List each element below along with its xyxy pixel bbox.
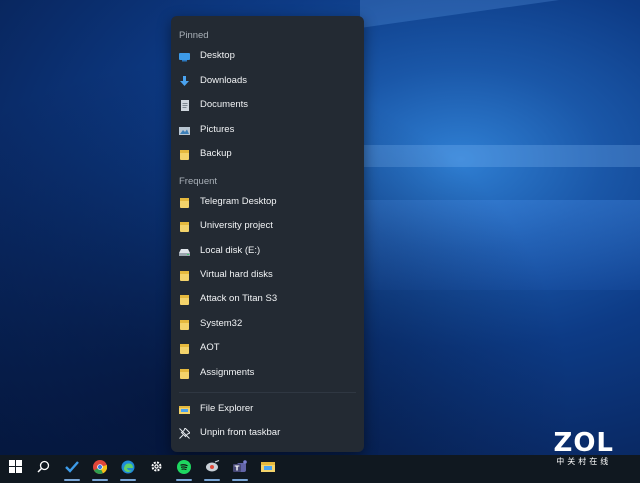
spotify-icon xyxy=(177,459,191,479)
jump-list-item-label: Local disk (E:) xyxy=(200,245,261,256)
folder-icon xyxy=(179,270,190,281)
jump-list-item-label: Downloads xyxy=(200,75,247,86)
jump-list-divider xyxy=(179,392,356,393)
watermark-logo: ZOL xyxy=(553,428,614,458)
file-explorer-icon xyxy=(179,404,190,415)
taskbar-edge[interactable] xyxy=(115,455,141,483)
jump-list-item-label: Attack on Titan S3 xyxy=(200,293,278,304)
search-icon xyxy=(36,460,50,478)
frequent-item-attack-on-titan-s3[interactable]: Attack on Titan S3 xyxy=(171,289,364,311)
start-icon xyxy=(8,460,22,478)
taskbar-sniffer[interactable] xyxy=(199,455,225,483)
folder-icon xyxy=(179,319,190,330)
jump-list-item-label: System32 xyxy=(200,318,243,329)
taskbar-spotify[interactable] xyxy=(171,455,197,483)
pinned-header: Pinned xyxy=(179,30,209,41)
taskbar: T xyxy=(0,455,640,483)
frequent-item-assignments[interactable]: Assignments xyxy=(171,363,364,385)
running-indicator xyxy=(64,479,80,481)
pinned-item-backup[interactable]: Backup xyxy=(171,144,364,166)
jump-list-item-label: Documents xyxy=(200,99,249,110)
zol-watermark: ZOL 中关村在线 xyxy=(553,430,614,467)
frequent-header: Frequent xyxy=(179,176,218,187)
pinned-item-pictures[interactable]: Pictures xyxy=(171,120,364,142)
running-indicator xyxy=(204,479,220,481)
jump-list-item-label: Virtual hard disks xyxy=(200,269,273,280)
pinned-item-desktop[interactable]: Desktop xyxy=(171,46,364,68)
watermark-subtitle: 中关村在线 xyxy=(556,457,612,466)
todo-icon xyxy=(65,460,79,478)
running-indicator xyxy=(232,479,248,481)
jump-list-item-label: Desktop xyxy=(200,50,235,61)
folder-icon xyxy=(179,368,190,379)
folder-icon xyxy=(179,294,190,305)
settings-icon xyxy=(150,460,163,478)
unpin-icon xyxy=(179,428,190,439)
frequent-item-local-disk-e[interactable]: Local disk (E:) xyxy=(171,241,364,263)
documents-icon xyxy=(179,100,190,111)
open-file-explorer-item[interactable]: File Explorer xyxy=(171,399,364,421)
folder-icon xyxy=(179,343,190,354)
taskbar-teams[interactable]: T xyxy=(227,455,253,483)
frequent-item-university-project[interactable]: University project xyxy=(171,216,364,238)
unpin-from-taskbar-item[interactable]: Unpin from taskbar xyxy=(171,423,364,445)
jump-list-item-label: Backup xyxy=(200,148,232,159)
taskbar-settings[interactable] xyxy=(143,455,169,483)
teams-icon: T xyxy=(232,459,248,479)
desktop-icon xyxy=(179,51,190,62)
frequent-item-aot[interactable]: AOT xyxy=(171,338,364,360)
start-button[interactable] xyxy=(2,455,28,483)
jump-list-item-label: Assignments xyxy=(200,367,255,378)
jump-list-item-label: Telegram Desktop xyxy=(200,196,277,207)
pinned-item-downloads[interactable]: Downloads xyxy=(171,71,364,93)
chrome-icon xyxy=(93,459,108,479)
folder-icon xyxy=(179,221,190,232)
jump-list-item-label: File Explorer xyxy=(200,403,254,414)
taskbar-chrome[interactable] xyxy=(87,455,113,483)
jump-list-item-label: Unpin from taskbar xyxy=(200,427,281,438)
frequent-item-telegram-desktop[interactable]: Telegram Desktop xyxy=(171,192,364,214)
edge-icon xyxy=(121,460,135,479)
file-explorer-icon xyxy=(261,460,275,478)
jump-list-item-label: AOT xyxy=(200,342,220,353)
sniffer-icon xyxy=(205,459,220,478)
frequent-item-virtual-hard-disks[interactable]: Virtual hard disks xyxy=(171,265,364,287)
running-indicator xyxy=(92,479,108,481)
folder-icon xyxy=(179,197,190,208)
pictures-icon xyxy=(179,125,190,136)
pinned-item-documents[interactable]: Documents xyxy=(171,95,364,117)
running-indicator xyxy=(176,479,192,481)
running-indicator xyxy=(120,479,136,481)
folder-icon xyxy=(179,149,190,160)
jump-list-item-label: Pictures xyxy=(200,124,235,135)
search-button[interactable] xyxy=(30,455,56,483)
svg-text:T: T xyxy=(234,464,239,472)
taskbar-todo[interactable] xyxy=(59,455,85,483)
downloads-icon xyxy=(179,76,190,87)
file-explorer-jump-list: Pinned Desktop Downloads Documents Pictu… xyxy=(171,16,364,452)
jump-list-item-label: University project xyxy=(200,220,273,231)
taskbar-file-explorer[interactable] xyxy=(255,455,281,483)
drive-icon xyxy=(179,246,190,257)
frequent-item-system32[interactable]: System32 xyxy=(171,314,364,336)
